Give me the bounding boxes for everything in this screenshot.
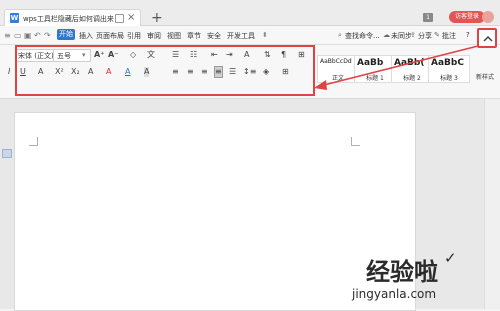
style-heading-1[interactable]: AaBb 标题 1 <box>354 55 396 83</box>
window-count-badge[interactable]: 1 <box>423 13 433 22</box>
avatar[interactable] <box>482 11 494 23</box>
menu-item-developer[interactable]: 开发工具 <box>227 31 255 41</box>
menu-item-view[interactable]: 视图 <box>167 31 181 41</box>
style-preview: AaBb <box>357 58 384 68</box>
file-menu-icon[interactable]: ▭ <box>14 31 22 40</box>
comment-icon[interactable]: ✎ <box>434 31 440 39</box>
tab-title: wps工具栏隐藏后如何调出来 <box>23 15 114 23</box>
menu-item-references[interactable]: 引用 <box>127 31 141 41</box>
menu-item-review[interactable]: 审阅 <box>147 31 161 41</box>
undo-icon[interactable]: ↶ <box>34 31 41 40</box>
sync-status[interactable]: 未同步 <box>391 31 412 41</box>
style-name: 标题 2 <box>403 75 421 82</box>
share-icon[interactable]: ⇪ <box>410 31 416 39</box>
help-button[interactable]: ? <box>466 31 470 39</box>
search-icon[interactable]: ⌕ <box>338 31 342 40</box>
search-command-input[interactable]: 查找命令... <box>345 31 380 41</box>
menu-item-page-layout[interactable]: 页面布局 <box>96 31 124 41</box>
comment-button[interactable]: 批注 <box>442 31 456 41</box>
vertical-scrollbar[interactable] <box>484 99 500 309</box>
watermark-check-icon: ✓ <box>444 249 457 267</box>
menu-item-insert[interactable]: 插入 <box>79 31 93 41</box>
style-name: 标题 3 <box>440 75 458 82</box>
menu-item-security[interactable]: 安全 <box>207 31 221 41</box>
document-tab[interactable]: W wps工具栏隐藏后如何调出来 × <box>4 9 141 27</box>
tab-window-icon[interactable] <box>115 14 124 23</box>
style-heading-2[interactable]: AaBb( 标题 2 <box>391 55 433 83</box>
watermark-title: 经验啦 <box>366 258 438 286</box>
ribbon-highlight-box <box>15 45 315 96</box>
watermark-url: jingyanla.com <box>352 287 437 301</box>
wps-doc-icon: W <box>10 13 19 23</box>
menu-bar: ≡ ▭ ▣ ↶ ↷ 插入 页面布局 引用 审阅 视图 章节 安全 开发工具 ⬍ … <box>0 26 500 45</box>
tab-close-icon[interactable]: × <box>127 12 135 23</box>
sync-icon[interactable]: ☁ <box>383 31 390 39</box>
style-preview: AaBbCcDd <box>320 58 352 65</box>
menu-icon[interactable]: ≡ <box>4 31 11 40</box>
new-style-button[interactable]: 新样式 <box>476 72 494 81</box>
menu-more-icon[interactable]: ⬍ <box>262 31 268 39</box>
margin-corner-top-left <box>29 137 38 146</box>
redo-icon[interactable]: ↷ <box>44 31 51 40</box>
paragraph-icon[interactable] <box>2 149 12 158</box>
style-name: 正文 <box>331 75 344 82</box>
margin-corner-top-right <box>351 137 360 146</box>
document-page[interactable] <box>14 112 416 311</box>
style-name: 标题 1 <box>366 75 384 82</box>
style-heading-3[interactable]: AaBbC 标题 3 <box>428 55 470 83</box>
chevron-up-icon <box>483 35 493 42</box>
new-tab-button[interactable]: + <box>151 11 163 25</box>
menu-item-start[interactable]: 开始 <box>57 29 75 40</box>
save-icon[interactable]: ▣ <box>24 31 32 40</box>
menu-item-chapter[interactable]: 章节 <box>187 31 201 41</box>
italic-button[interactable]: I <box>8 67 10 77</box>
visitor-login-button[interactable]: 访客登录 <box>449 11 485 23</box>
style-preview: AaBbC <box>431 58 464 68</box>
collapse-ribbon-button[interactable] <box>477 28 497 48</box>
share-button[interactable]: 分享 <box>418 31 432 41</box>
style-normal[interactable]: AaBbCcDd 正文 <box>317 55 359 83</box>
style-preview: AaBb( <box>394 58 425 68</box>
